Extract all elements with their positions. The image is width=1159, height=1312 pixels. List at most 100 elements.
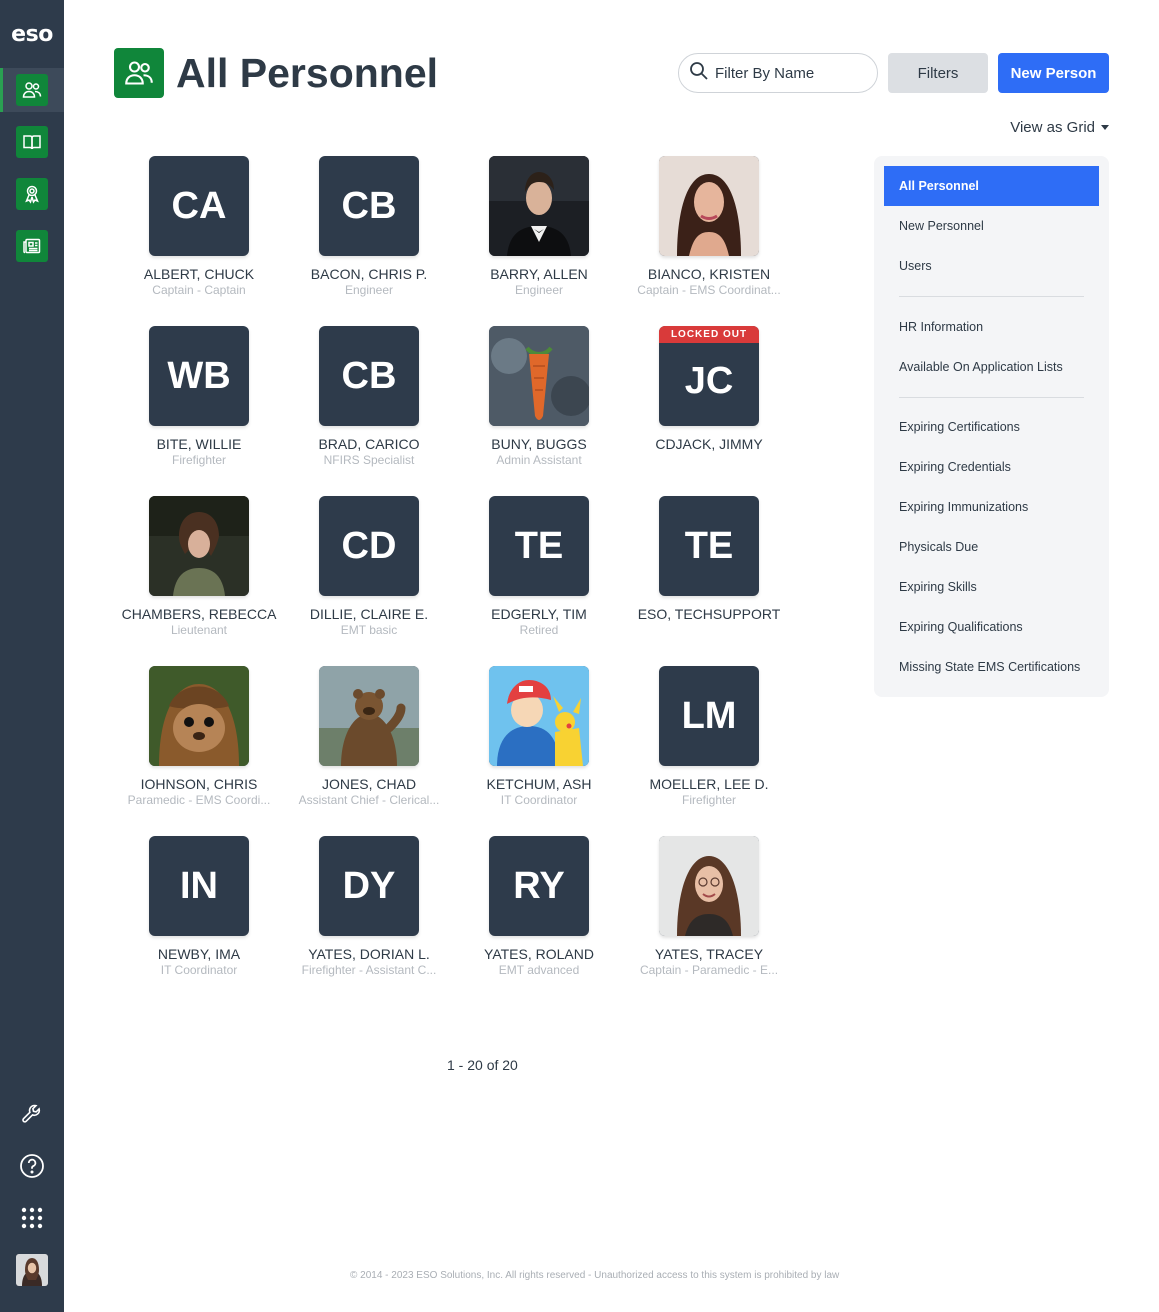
person-initials-avatar[interactable]: TE: [659, 496, 759, 596]
person-name[interactable]: BARRY, ALLEN: [454, 266, 624, 283]
person-card[interactable]: WB BITE, WILLIE Firefighter: [114, 326, 284, 468]
person-name[interactable]: DILLIE, CLAIRE E.: [284, 606, 454, 623]
app-grid-icon[interactable]: [0, 1200, 64, 1236]
footer-copyright: © 2014 - 2023 ESO Solutions, Inc. All ri…: [350, 1270, 840, 1281]
person-initials-avatar[interactable]: JC LOCKED OUT: [659, 326, 759, 426]
person-initials-avatar[interactable]: DY: [319, 836, 419, 936]
person-photo[interactable]: [489, 326, 589, 426]
search-box[interactable]: [678, 53, 878, 93]
person-card[interactable]: CB BACON, CHRIS P. Engineer: [284, 156, 454, 298]
award-icon: [16, 178, 48, 210]
person-name[interactable]: ALBERT, CHUCK: [114, 266, 284, 283]
person-card[interactable]: JC LOCKED OUT CDJACK, JIMMY: [624, 326, 794, 453]
nav-training[interactable]: [0, 120, 64, 164]
nav-personnel[interactable]: [0, 68, 64, 112]
person-name[interactable]: NEWBY, IMA: [114, 946, 284, 963]
person-photo[interactable]: [149, 496, 249, 596]
side-menu-item-expiring-credentials[interactable]: Expiring Credentials: [884, 447, 1099, 487]
person-initials-avatar[interactable]: CA: [149, 156, 249, 256]
side-menu-item-expiring-immunizations[interactable]: Expiring Immunizations: [884, 487, 1099, 527]
side-menu-item-expiring-qualifications[interactable]: Expiring Qualifications: [884, 607, 1099, 647]
person-initials-avatar[interactable]: CB: [319, 326, 419, 426]
person-name[interactable]: CDJACK, JIMMY: [624, 436, 794, 453]
side-menu-item-new-personnel[interactable]: New Personnel: [884, 206, 1099, 246]
person-name[interactable]: YATES, DORIAN L.: [284, 946, 454, 963]
side-menu-item-physicals-due[interactable]: Physicals Due: [884, 527, 1099, 567]
person-card[interactable]: IN NEWBY, IMA IT Coordinator: [114, 836, 284, 978]
person-photo[interactable]: [319, 666, 419, 766]
person-card[interactable]: CD DILLIE, CLAIRE E. EMT basic: [284, 496, 454, 638]
person-initials: IN: [180, 864, 218, 907]
side-menu-item-all-personnel[interactable]: All Personnel: [884, 166, 1099, 206]
person-card[interactable]: TE ESO, TECHSUPPORT: [624, 496, 794, 623]
person-photo[interactable]: [489, 156, 589, 256]
person-name[interactable]: BITE, WILLIE: [114, 436, 284, 453]
person-initials-avatar[interactable]: RY: [489, 836, 589, 936]
person-card[interactable]: BARRY, ALLEN Engineer: [454, 156, 624, 298]
person-role: Firefighter - Assistant C...: [301, 963, 437, 977]
page-title: All Personnel: [176, 50, 439, 96]
view-as-dropdown[interactable]: View as Grid: [1010, 119, 1109, 136]
person-name[interactable]: BIANCO, KRISTEN: [624, 266, 794, 283]
side-menu-item-expiring-certifications[interactable]: Expiring Certifications: [884, 407, 1099, 447]
person-name[interactable]: JONES, CHAD: [284, 776, 454, 793]
person-card[interactable]: YATES, TRACEY Captain - Paramedic - E...: [624, 836, 794, 978]
search-input[interactable]: [715, 64, 865, 82]
person-name[interactable]: BRAD, CARICO: [284, 436, 454, 453]
person-initials: DY: [342, 864, 396, 907]
person-name[interactable]: BUNY, BUGGS: [454, 436, 624, 453]
person-card[interactable]: TE EDGERLY, TIM Retired: [454, 496, 624, 638]
view-as-label: View as Grid: [1010, 119, 1095, 136]
person-photo[interactable]: [149, 666, 249, 766]
side-menu-item-available-on-application-lists[interactable]: Available On Application Lists: [884, 347, 1099, 387]
person-name[interactable]: ESO, TECHSUPPORT: [624, 606, 794, 623]
person-card[interactable]: BUNY, BUGGS Admin Assistant: [454, 326, 624, 468]
person-initials-avatar[interactable]: WB: [149, 326, 249, 426]
locked-out-badge: LOCKED OUT: [659, 326, 759, 343]
person-photo[interactable]: [489, 666, 589, 766]
person-name[interactable]: EDGERLY, TIM: [454, 606, 624, 623]
person-initials: RY: [513, 864, 565, 907]
person-name[interactable]: YATES, TRACEY: [624, 946, 794, 963]
person-card[interactable]: LM MOELLER, LEE D. Firefighter: [624, 666, 794, 808]
person-card[interactable]: CHAMBERS, REBECCA Lieutenant: [114, 496, 284, 638]
person-photo[interactable]: [659, 836, 759, 936]
person-card[interactable]: IOHNSON, CHRIS Paramedic - EMS Coordi...: [114, 666, 284, 808]
nav-certifications[interactable]: [0, 172, 64, 216]
side-menu-item-expiring-skills[interactable]: Expiring Skills: [884, 567, 1099, 607]
person-card[interactable]: BIANCO, KRISTEN Captain - EMS Coordinat..…: [624, 156, 794, 298]
person-name[interactable]: BACON, CHRIS P.: [284, 266, 454, 283]
person-initials-avatar[interactable]: CB: [319, 156, 419, 256]
person-name[interactable]: IOHNSON, CHRIS: [114, 776, 284, 793]
person-card[interactable]: CA ALBERT, CHUCK Captain - Captain: [114, 156, 284, 298]
person-name[interactable]: CHAMBERS, REBECCA: [114, 606, 284, 623]
help-icon[interactable]: [0, 1148, 64, 1184]
person-name[interactable]: YATES, ROLAND: [454, 946, 624, 963]
person-photo[interactable]: [659, 156, 759, 256]
side-menu-item-users[interactable]: Users: [884, 246, 1099, 286]
person-initials-avatar[interactable]: IN: [149, 836, 249, 936]
person-role: NFIRS Specialist: [323, 453, 415, 467]
person-role: Firefighter: [681, 793, 737, 807]
person-card[interactable]: KETCHUM, ASH IT Coordinator: [454, 666, 624, 808]
person-card[interactable]: CB BRAD, CARICO NFIRS Specialist: [284, 326, 454, 468]
person-initials-avatar[interactable]: CD: [319, 496, 419, 596]
person-card[interactable]: JONES, CHAD Assistant Chief - Clerical...: [284, 666, 454, 808]
filters-button[interactable]: Filters: [888, 53, 988, 93]
person-initials-avatar[interactable]: LM: [659, 666, 759, 766]
user-avatar[interactable]: [16, 1254, 48, 1286]
person-initials-avatar[interactable]: TE: [489, 496, 589, 596]
side-menu-item-hr-information[interactable]: HR Information: [884, 307, 1099, 347]
side-menu-item-missing-state-ems-certifications[interactable]: Missing State EMS Certifications: [884, 647, 1099, 687]
person-role: Paramedic - EMS Coordi...: [127, 793, 271, 807]
nav-news[interactable]: [0, 224, 64, 268]
wrench-icon[interactable]: [0, 1096, 64, 1132]
person-card[interactable]: RY YATES, ROLAND EMT advanced: [454, 836, 624, 978]
new-person-button[interactable]: New Person: [998, 53, 1109, 93]
eso-logo[interactable]: eso: [0, 22, 64, 47]
search-icon: [689, 61, 709, 86]
person-name[interactable]: KETCHUM, ASH: [454, 776, 624, 793]
person-name[interactable]: MOELLER, LEE D.: [624, 776, 794, 793]
left-rail: eso: [0, 0, 64, 1312]
person-card[interactable]: DY YATES, DORIAN L. Firefighter - Assistan…: [284, 836, 454, 978]
